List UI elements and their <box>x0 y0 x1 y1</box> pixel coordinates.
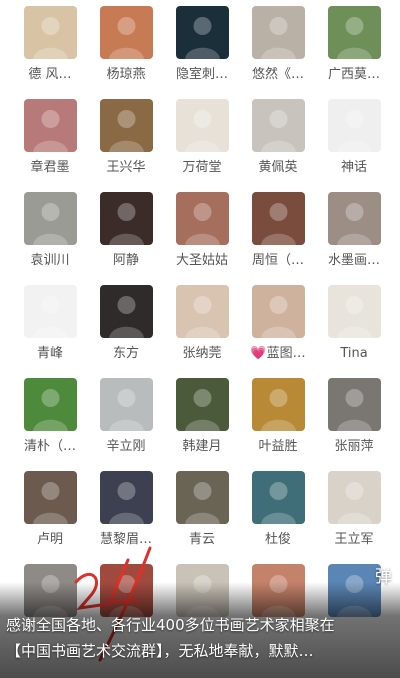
member-name: 悠然《… <box>251 67 304 82</box>
caption-line-1: 感谢全国各地、各行业400多位书画艺术家相聚在 <box>6 616 335 634</box>
avatar-child-icon <box>23 6 77 59</box>
member-name: 黄佩英 <box>258 160 298 175</box>
member-item[interactable]: 卢明 <box>12 471 88 550</box>
avatar-man-room-icon <box>327 471 381 524</box>
avatar-man-art-icon <box>23 471 77 524</box>
avatar-man-golden-icon <box>251 378 305 431</box>
avatar-woman-black-icon <box>99 471 153 524</box>
member-name: 杨琼燕 <box>106 67 146 82</box>
member-name: 广西莫… <box>327 67 380 82</box>
avatar-forest-icon <box>23 378 77 431</box>
member-name: Tina <box>340 346 368 361</box>
avatar-collage-icon <box>251 285 305 338</box>
avatar-blank-icon <box>327 99 381 152</box>
member-name: 青峰 <box>36 346 63 361</box>
avatar-pavilion-icon <box>251 471 305 524</box>
member-name: 阿静 <box>112 253 139 268</box>
member-item[interactable]: 水墨画… <box>316 192 392 271</box>
avatar-street-icon <box>327 378 381 431</box>
member-item[interactable]: 张丽萍 <box>316 378 392 457</box>
member-item[interactable]: 韩建月 <box>164 378 240 457</box>
member-name: 隐室刺… <box>175 67 228 82</box>
member-item[interactable]: 袁训川 <box>12 192 88 271</box>
avatar-piano-icon <box>99 192 153 245</box>
member-item[interactable]: 王兴华 <box>88 99 164 178</box>
member-name: 神话 <box>340 160 367 175</box>
avatar-man-suit-icon <box>99 99 153 152</box>
member-name: 💗蓝图… <box>250 346 306 361</box>
member-item[interactable]: 张纳莞 <box>164 285 240 364</box>
member-item[interactable]: 王立军 <box>316 471 392 550</box>
member-item[interactable]: 隐室刺… <box>164 6 240 85</box>
member-name: 王兴华 <box>106 160 146 175</box>
member-item[interactable]: 悠然《… <box>240 6 316 85</box>
avatar-girl-icon <box>175 285 229 338</box>
avatar-painting-icon <box>251 6 305 59</box>
member-item[interactable]: 杨琼燕 <box>88 6 164 85</box>
member-item[interactable]: 阿静 <box>88 192 164 271</box>
avatar-night-icon <box>175 6 229 59</box>
member-name: 万荷堂 <box>182 160 222 175</box>
member-grid: 德 风… 杨琼燕 隐室刺… 悠然《… 广西莫… 章君墨 王兴华 万荷堂 黄佩英 神话袁训川 阿静 大圣… <box>0 0 400 643</box>
member-name: 青云 <box>188 532 215 547</box>
avatar-outdoor-icon <box>327 6 381 59</box>
member-item[interactable]: 神话 <box>316 99 392 178</box>
member-item[interactable]: 青峰 <box>12 285 88 364</box>
member-name: 周恒（… <box>251 253 304 268</box>
member-item[interactable]: 大圣姑姑 <box>164 192 240 271</box>
avatar-woman-green-icon <box>175 378 229 431</box>
member-name: 袁训川 <box>30 253 70 268</box>
caption-text: 感谢全国各地、各行业400多位书画艺术家相聚在 【中国书画艺术交流群】，无私地奉… <box>6 612 396 664</box>
avatar-lotus-painting-icon <box>175 99 229 152</box>
avatar-landscape-icon <box>23 192 77 245</box>
avatar-woman-scarf-icon <box>327 192 381 245</box>
member-item[interactable]: 杜俊 <box>240 471 316 550</box>
member-name: 清朴（… <box>23 439 76 454</box>
member-name: 章君墨 <box>30 160 70 175</box>
avatar-man-portrait-icon <box>251 192 305 245</box>
avatar-bird-icon <box>23 285 77 338</box>
avatar-mist-icon <box>99 378 153 431</box>
avatar-fashion-icon <box>327 285 381 338</box>
member-name: 杜俊 <box>264 532 291 547</box>
member-name: 叶益胜 <box>258 439 298 454</box>
member-name: 东方 <box>112 346 139 361</box>
member-item[interactable]: 周恒（… <box>240 192 316 271</box>
avatar-plum-painting-icon <box>251 99 305 152</box>
member-item[interactable]: 💗蓝图… <box>240 285 316 364</box>
avatar-woman-icon <box>99 6 153 59</box>
member-item[interactable]: Tina <box>316 285 392 364</box>
member-item[interactable]: 青云 <box>164 471 240 550</box>
member-item[interactable]: 慧黎眉… <box>88 471 164 550</box>
member-name: 大圣姑姑 <box>175 253 228 268</box>
member-name: 德 风… <box>28 67 72 82</box>
member-name: 张纳莞 <box>182 346 222 361</box>
member-name: 张丽萍 <box>334 439 374 454</box>
member-item[interactable]: 清朴（… <box>12 378 88 457</box>
member-name: 王立军 <box>334 532 374 547</box>
avatar-man-dark-icon <box>99 285 153 338</box>
member-name: 水墨画… <box>327 253 380 268</box>
member-item[interactable]: 章君墨 <box>12 99 88 178</box>
member-item[interactable]: 东方 <box>88 285 164 364</box>
member-name: 韩建月 <box>182 439 222 454</box>
member-name: 辛立刚 <box>106 439 146 454</box>
member-item[interactable]: 黄佩英 <box>240 99 316 178</box>
member-item[interactable]: 德 风… <box>12 6 88 85</box>
member-name: 卢明 <box>36 532 63 547</box>
caption-line-2: 【中国书画艺术交流群】，无私地奉献，默默… <box>6 642 314 660</box>
avatar-woman-red-icon <box>23 99 77 152</box>
caption-overlay: 感谢全国各地、各行业400多位书画艺术家相聚在 【中国书画艺术交流群】，无私地奉… <box>0 582 400 678</box>
member-item[interactable]: 辛立刚 <box>88 378 164 457</box>
danmaku-icon[interactable]: 弹 <box>375 562 392 587</box>
avatar-path-icon <box>175 471 229 524</box>
member-item[interactable]: 叶益胜 <box>240 378 316 457</box>
member-item[interactable]: 广西莫… <box>316 6 392 85</box>
member-name: 慧黎眉… <box>99 532 152 547</box>
avatar-woman-portrait-icon <box>175 192 229 245</box>
member-item[interactable]: 万荷堂 <box>164 99 240 178</box>
